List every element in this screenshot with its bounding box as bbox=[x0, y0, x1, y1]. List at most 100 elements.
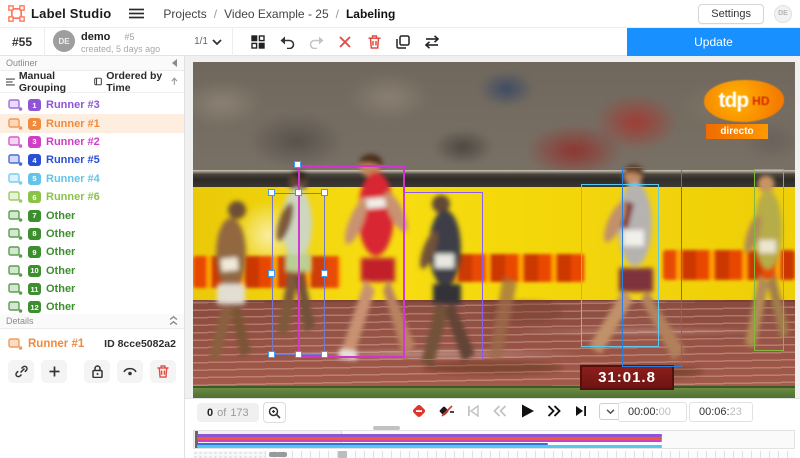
details-panel-header[interactable]: Details bbox=[0, 314, 184, 329]
play-button[interactable] bbox=[518, 402, 536, 420]
region-row[interactable]: 4 Runner #5 bbox=[0, 151, 184, 169]
resize-handle[interactable] bbox=[268, 189, 275, 196]
region-shape-icon bbox=[8, 228, 23, 240]
resize-handle[interactable] bbox=[321, 351, 328, 358]
keyframe-slash-icon bbox=[438, 403, 455, 419]
rewind-button[interactable] bbox=[491, 402, 509, 420]
breadcrumb-item[interactable]: Projects bbox=[163, 7, 206, 21]
trash-icon bbox=[157, 365, 169, 378]
timeline-frame-ruler[interactable] bbox=[193, 451, 795, 458]
total-duration-value: 00:06: bbox=[699, 406, 730, 418]
hamburger-menu-icon[interactable] bbox=[125, 4, 147, 24]
resize-handle[interactable] bbox=[321, 270, 328, 277]
duplicate-icon[interactable] bbox=[394, 33, 412, 51]
keyframe-icon bbox=[411, 403, 427, 419]
region-index-badge: 10 bbox=[28, 265, 41, 277]
region-index-badge: 11 bbox=[28, 283, 41, 295]
region-label: Other bbox=[46, 228, 75, 240]
timeline-ruler-thumb[interactable] bbox=[269, 452, 287, 457]
delete-annotation-trash-icon[interactable] bbox=[365, 33, 383, 51]
region-row[interactable]: 6 Runner #6 bbox=[0, 188, 184, 206]
region-label: Other bbox=[46, 301, 75, 313]
current-time: 00:00:00 bbox=[618, 402, 687, 422]
region-shape-icon bbox=[8, 338, 23, 350]
annotator-info[interactable]: DE demo#5 created, 5 days ago bbox=[45, 28, 168, 54]
runner-1-box[interactable] bbox=[272, 193, 325, 355]
region-row[interactable]: 9 Other bbox=[0, 243, 184, 261]
annotation-ref: #5 bbox=[124, 32, 134, 42]
region-row[interactable]: 3 Runner #2 bbox=[0, 133, 184, 151]
ordering-control[interactable]: Ordered by Time bbox=[94, 70, 167, 94]
collapse-panel-icon[interactable] bbox=[171, 59, 178, 67]
fast-forward-button[interactable] bbox=[545, 402, 563, 420]
resize-handle[interactable] bbox=[321, 189, 328, 196]
keyframe-toggle-button[interactable] bbox=[410, 402, 428, 420]
video-canvas[interactable]: tdp HD directo 31:01.8 bbox=[193, 62, 795, 398]
task-number: #55 bbox=[0, 35, 44, 49]
add-relation-button[interactable] bbox=[41, 360, 67, 383]
skip-to-start-button[interactable] bbox=[464, 402, 482, 420]
region-row[interactable]: 5 Runner #4 bbox=[0, 170, 184, 188]
region-label: Runner #3 bbox=[46, 99, 100, 111]
order-by-time-icon bbox=[94, 76, 102, 87]
app-logo[interactable]: Label Studio bbox=[0, 5, 111, 22]
update-button[interactable]: Update bbox=[627, 28, 800, 56]
annotator-name: demo bbox=[81, 31, 110, 43]
interpolation-delete-button[interactable] bbox=[437, 402, 455, 420]
region-label: Runner #1 bbox=[46, 118, 100, 130]
region-index-badge: 2 bbox=[28, 118, 41, 130]
region-label: Runner #2 bbox=[46, 136, 100, 148]
grid-view-icon[interactable] bbox=[249, 33, 267, 51]
breadcrumb-item[interactable]: Labeling bbox=[346, 7, 395, 21]
region-label: Runner #6 bbox=[46, 191, 100, 203]
sort-direction-arrow-icon[interactable] bbox=[171, 76, 178, 87]
divider bbox=[232, 28, 233, 56]
transfer-arrows-icon[interactable] bbox=[423, 33, 441, 51]
region-row[interactable]: 11 Other bbox=[0, 280, 184, 298]
skip-end-icon bbox=[575, 405, 587, 417]
region-row[interactable]: 1 Runner #3 bbox=[0, 96, 184, 114]
timeline-tracks-box[interactable] bbox=[193, 430, 795, 449]
user-avatar[interactable]: DE bbox=[774, 5, 792, 23]
resize-handle[interactable] bbox=[294, 161, 301, 168]
rewind-icon bbox=[493, 405, 507, 417]
delete-region-button[interactable] bbox=[150, 360, 176, 383]
region-row[interactable]: 8 Other bbox=[0, 225, 184, 243]
hide-region-button[interactable] bbox=[117, 360, 143, 383]
lock-region-button[interactable] bbox=[84, 360, 110, 383]
runner-3-box[interactable] bbox=[403, 192, 483, 360]
skip-to-end-button[interactable] bbox=[572, 402, 590, 420]
grouping-label: Manual Grouping bbox=[19, 70, 82, 94]
runner-5-box[interactable] bbox=[622, 167, 682, 367]
current-frame: 0 bbox=[207, 407, 213, 419]
region-row[interactable]: 7 Other bbox=[0, 206, 184, 224]
frame-zoom-button[interactable] bbox=[263, 402, 286, 423]
annotator-avatar: DE bbox=[53, 30, 75, 52]
region-index-badge: 8 bbox=[28, 228, 41, 240]
runner-6-box[interactable] bbox=[754, 169, 784, 351]
redo-icon[interactable] bbox=[307, 33, 325, 51]
region-index-badge: 9 bbox=[28, 246, 41, 258]
timeline-marker bbox=[338, 451, 347, 458]
region-shape-icon bbox=[8, 210, 23, 222]
magnifier-icon bbox=[268, 406, 281, 419]
region-row[interactable]: 2 Runner #1 bbox=[0, 114, 184, 132]
region-row[interactable]: 10 Other bbox=[0, 262, 184, 280]
resize-handle[interactable] bbox=[295, 189, 302, 196]
region-shape-icon bbox=[8, 154, 23, 166]
undo-icon[interactable] bbox=[278, 33, 296, 51]
region-row[interactable]: 12 Other bbox=[0, 298, 184, 315]
manual-grouping-control[interactable]: Manual Grouping bbox=[6, 70, 82, 94]
delete-region-x-icon[interactable] bbox=[336, 33, 354, 51]
resize-handle[interactable] bbox=[295, 351, 302, 358]
playback-controls-bar: 0 of 173 bbox=[185, 398, 800, 425]
annotation-dropdown-chevron-icon[interactable] bbox=[212, 39, 222, 45]
settings-button[interactable]: Settings bbox=[698, 4, 764, 24]
resize-handle[interactable] bbox=[268, 351, 275, 358]
link-region-button[interactable] bbox=[8, 360, 34, 383]
breadcrumb-item[interactable]: Video Example - 25 bbox=[224, 7, 329, 21]
resize-handle[interactable] bbox=[268, 270, 275, 277]
collapse-details-icon[interactable] bbox=[169, 316, 178, 326]
main-work-area: tdp HD directo 31:01.8 0 of 173 bbox=[185, 56, 800, 458]
play-icon bbox=[521, 404, 534, 418]
